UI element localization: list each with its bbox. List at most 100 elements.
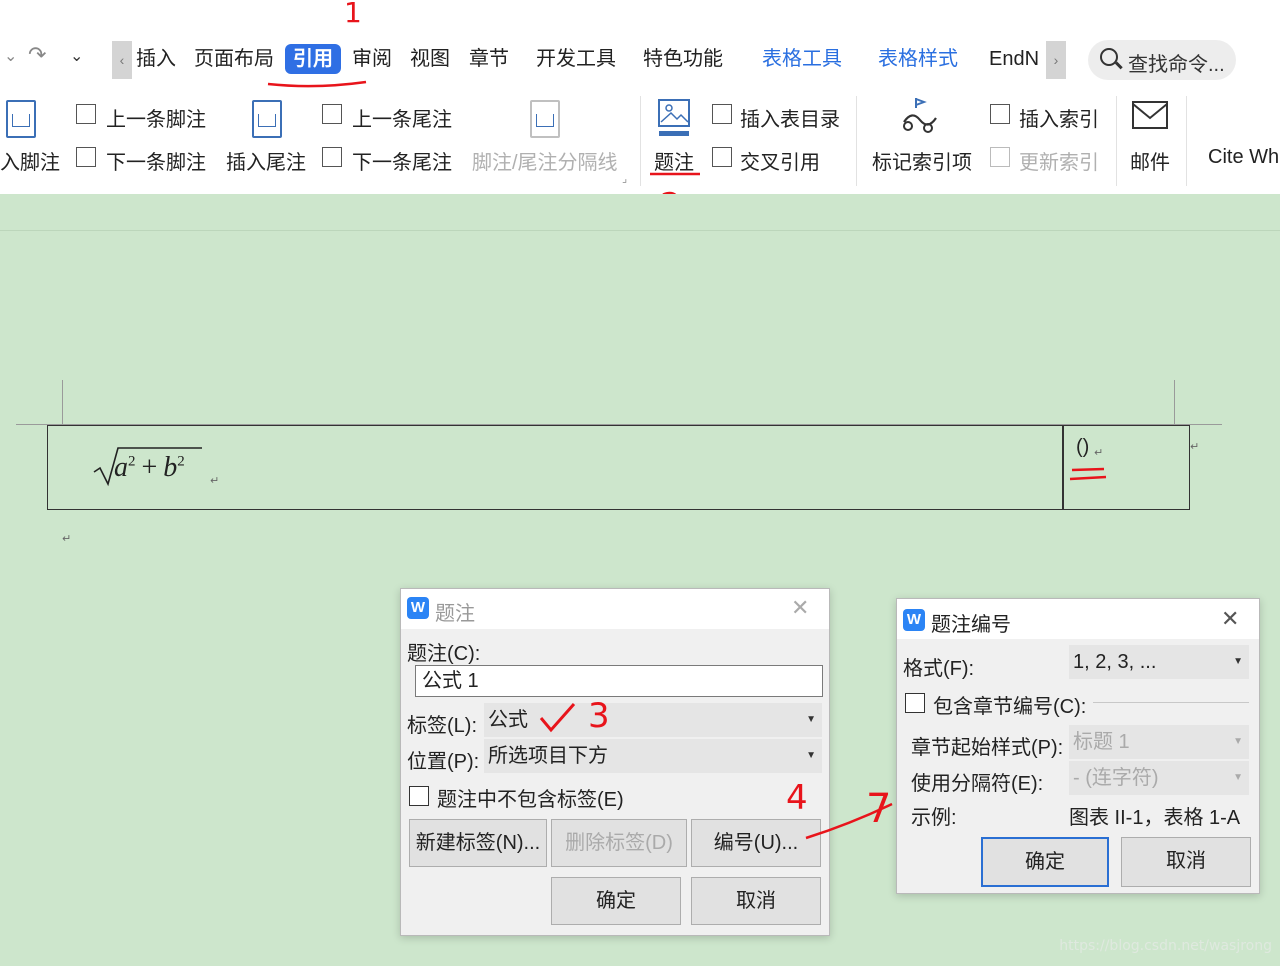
tab-developer[interactable]: 开发工具 <box>536 44 616 74</box>
tab-insert[interactable]: 插入 <box>136 44 176 74</box>
chevron-down-icon: ▼ <box>1233 736 1243 747</box>
label-field-label: 标签(L): <box>407 715 477 737</box>
insert-footnote-button[interactable]: 入脚注 <box>0 146 60 175</box>
insert-index-icon <box>990 104 1010 124</box>
tab-references[interactable]: 引用 <box>285 44 341 74</box>
ribbon-separator <box>640 96 641 186</box>
cancel-button[interactable]: 取消 <box>691 877 821 925</box>
ribbon-separator <box>1186 96 1187 186</box>
close-icon[interactable]: ✕ <box>1221 606 1239 632</box>
formula-exp-a: 2 <box>128 453 136 470</box>
insert-index-button[interactable]: 插入索引 <box>1019 103 1099 132</box>
prev-endnote-button[interactable]: 上一条尾注 <box>352 103 452 132</box>
tab-scroll-right[interactable]: › <box>1046 41 1066 79</box>
cross-reference-button[interactable]: 交叉引用 <box>740 146 820 175</box>
caption-dialog-title: 题注 <box>435 603 475 625</box>
caption-numbering-dialog: W 题注编号 ✕ 格式(F): 1, 2, 3, ... ▼ 包含章节编号(C)… <box>896 598 1260 894</box>
annotation-3: 3 <box>588 696 610 736</box>
chevron-down-icon: ▼ <box>1233 772 1243 783</box>
chevron-down-icon: ▼ <box>806 714 816 725</box>
insert-endnote-button[interactable]: 插入尾注 <box>226 146 306 175</box>
margin-guide <box>1174 380 1175 424</box>
separator-value: - (连字符) <box>1073 767 1159 789</box>
tab-table-style[interactable]: 表格样式 <box>878 44 958 74</box>
caption-dialog: W 题注 ✕ 题注(C): 公式 1 标签(L): 公式 ▼ 位置(P): 所选… <box>400 588 830 936</box>
numbering-dialog-title: 题注编号 <box>931 614 1011 636</box>
annotation-arrow <box>805 802 893 840</box>
format-select-value: 1, 2, 3, ... <box>1073 651 1157 673</box>
paragraph-mark: ↵ <box>62 533 72 545</box>
tab-table-tools[interactable]: 表格工具 <box>762 44 842 74</box>
separator-label: 使用分隔符(E): <box>911 773 1044 795</box>
wps-logo-icon: W <box>903 609 925 631</box>
search-icon <box>1100 48 1118 66</box>
ok-button[interactable]: 确定 <box>551 877 681 925</box>
tab-endnote[interactable]: EndN <box>989 44 1039 74</box>
chapter-style-select: 标题 1 ▼ <box>1069 725 1249 759</box>
equation-number-placeholder[interactable]: () <box>1076 436 1089 459</box>
format-select[interactable]: 1, 2, 3, ... ▼ <box>1069 645 1249 679</box>
next-endnote-button[interactable]: 下一条尾注 <box>352 146 452 175</box>
quick-access-dropdown[interactable]: ⌄ <box>4 46 17 66</box>
dialog-launcher-icon[interactable]: ⌟ <box>622 172 627 185</box>
ok-button[interactable]: 确定 <box>981 837 1109 887</box>
wps-logo-icon: W <box>407 597 429 619</box>
exclude-label-text: 题注中不包含标签(E) <box>437 789 624 811</box>
position-field-label: 位置(P): <box>407 751 480 773</box>
mail-button[interactable]: 邮件 <box>1130 146 1170 175</box>
equation-table[interactable] <box>47 425 1190 510</box>
exclude-label-checkbox[interactable] <box>409 786 429 806</box>
ruler-line <box>0 230 1280 231</box>
next-footnote-button[interactable]: 下一条脚注 <box>106 146 206 175</box>
chevron-down-icon: ▼ <box>1233 656 1243 667</box>
close-icon[interactable]: ✕ <box>791 595 809 621</box>
footnote-separator-button: 脚注/尾注分隔线 <box>472 152 618 174</box>
formula-b: b <box>163 452 178 483</box>
customize-dropdown[interactable]: ⌄ <box>70 46 83 66</box>
paragraph-mark: ↵ <box>210 475 220 487</box>
insert-endnote-icon <box>252 100 282 138</box>
mark-index-icon <box>903 98 937 133</box>
next-endnote-icon <box>322 147 342 167</box>
table-column-divider <box>1062 426 1064 509</box>
chapter-style-value: 标题 1 <box>1073 731 1130 753</box>
ribbon-separator <box>856 96 857 186</box>
include-chapter-checkbox[interactable] <box>905 693 925 713</box>
search-box[interactable]: 查找命令... <box>1088 40 1236 80</box>
tab-scroll-left[interactable]: ‹ <box>112 41 132 79</box>
separator-icon <box>530 100 560 138</box>
label-select[interactable]: 公式 ▼ <box>484 703 822 737</box>
tab-review[interactable]: 审阅 <box>352 44 392 74</box>
cancel-button[interactable]: 取消 <box>1121 837 1251 887</box>
tab-chapter[interactable]: 章节 <box>469 44 509 74</box>
caption-text-field[interactable]: 公式 1 <box>415 665 823 697</box>
prev-endnote-icon <box>322 104 342 124</box>
position-select[interactable]: 所选项目下方 ▼ <box>484 739 822 773</box>
prev-footnote-button[interactable]: 上一条脚注 <box>106 103 206 132</box>
watermark: https://blog.csdn.net/wasjrong <box>1059 938 1272 954</box>
update-index-icon <box>990 147 1010 167</box>
label-select-value: 公式 <box>488 709 528 731</box>
position-select-value: 所选项目下方 <box>488 745 608 767</box>
prev-footnote-icon <box>76 104 96 124</box>
tab-page-layout[interactable]: 页面布局 <box>194 44 274 74</box>
formula-exp-b: 2 <box>177 453 185 470</box>
separator-select: - (连字符) ▼ <box>1069 761 1249 795</box>
formula-plus: + <box>141 452 158 483</box>
mark-index-entry-button[interactable]: 标记索引项 <box>872 146 972 175</box>
tab-view[interactable]: 视图 <box>410 44 450 74</box>
insert-footnote-icon <box>6 100 36 138</box>
update-index-button: 更新索引 <box>1019 152 1099 174</box>
paragraph-mark: ↵ <box>1190 441 1200 453</box>
search-placeholder: 查找命令... <box>1128 54 1225 76</box>
cite-while-writing-button[interactable]: Cite Wh <box>1208 146 1279 169</box>
new-label-button[interactable]: 新建标签(N)... <box>409 819 547 867</box>
redo-icon[interactable]: ↷ <box>28 42 46 68</box>
cross-reference-icon <box>712 147 732 167</box>
tab-special[interactable]: 特色功能 <box>643 44 723 74</box>
caption-field-label: 题注(C): <box>407 643 481 665</box>
next-footnote-icon <box>76 147 96 167</box>
insert-table-toc-button[interactable]: 插入表目录 <box>740 103 840 132</box>
include-chapter-label: 包含章节编号(C): <box>933 696 1087 718</box>
annotation-checkmark <box>539 703 576 733</box>
